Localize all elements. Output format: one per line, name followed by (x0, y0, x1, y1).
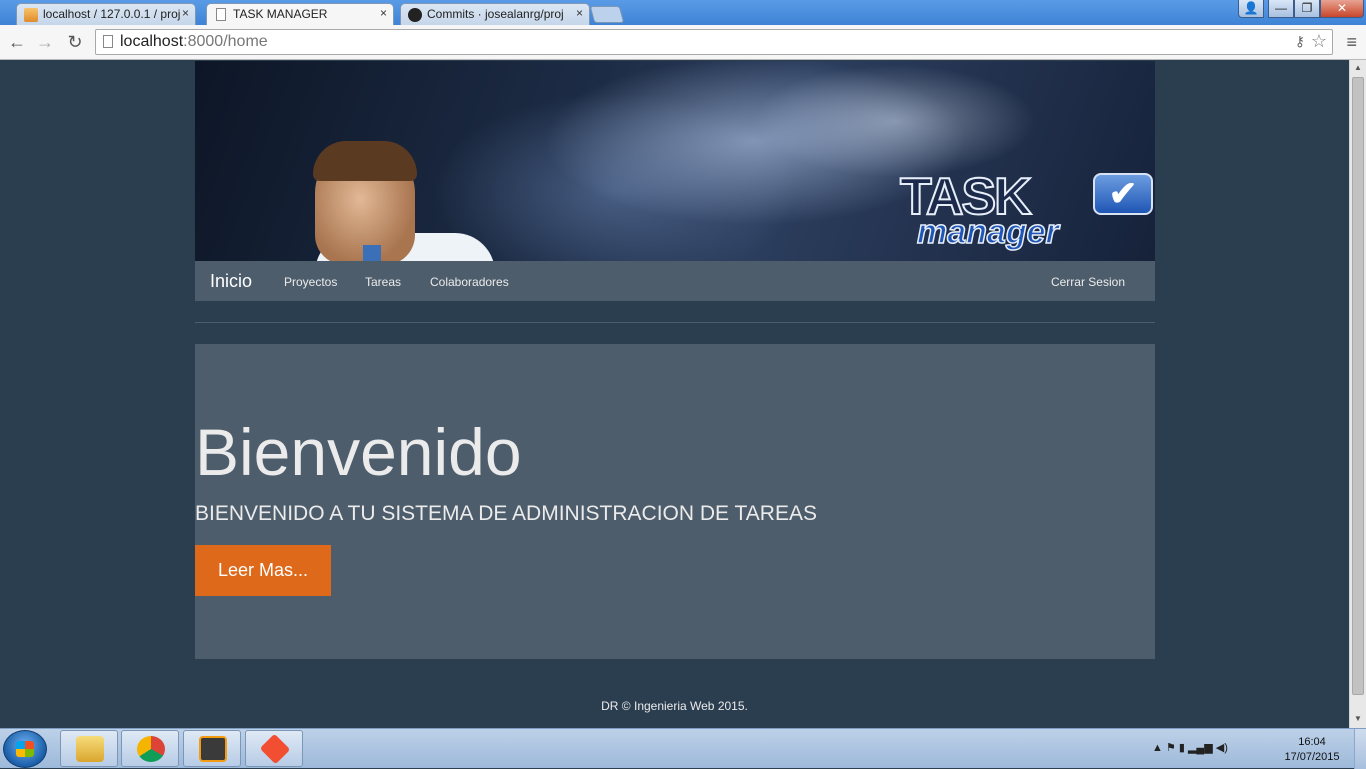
tab-title: localhost / 127.0.0.1 / proj (43, 7, 181, 21)
tab-title: TASK MANAGER (233, 7, 328, 21)
clock-date: 17/07/2015 (1284, 751, 1340, 763)
windows-logo-icon (16, 741, 34, 757)
welcome-heading: Bienvenido (195, 415, 522, 489)
logo-manager-text: manager (916, 212, 1059, 252)
page-icon (216, 8, 226, 21)
git-icon (259, 733, 291, 765)
back-button[interactable]: ← (6, 31, 28, 53)
tab-github-commits[interactable]: Commits · josealanrg/proj × (400, 3, 590, 25)
minimize-button[interactable]: — (1268, 0, 1294, 18)
taskbar-clock[interactable]: 16:04 17/07/2015 (1276, 735, 1348, 765)
scroll-down-arrow-icon[interactable]: ▼ (1350, 711, 1366, 727)
nav-brand-inicio[interactable]: Inicio (210, 271, 252, 292)
chrome-icon (137, 736, 165, 762)
close-tab-icon[interactable]: × (576, 6, 583, 20)
start-button[interactable] (3, 730, 47, 768)
welcome-jumbotron: Bienvenido BIENVENIDO A TU SISTEMA DE AD… (195, 344, 1155, 659)
main-navbar: Inicio Proyectos Tareas Colaboradores Ce… (195, 261, 1155, 301)
nav-link-colaboradores[interactable]: Colaboradores (430, 275, 509, 289)
task-manager-logo: TASK manager ✔ (899, 170, 1155, 261)
taskbar-file-explorer[interactable] (60, 730, 118, 767)
browser-tab-strip: localhost / 127.0.0.1 / proj × TASK MANA… (0, 0, 1366, 26)
close-tab-icon[interactable]: × (380, 6, 387, 20)
reload-button[interactable]: ↻ (64, 31, 86, 53)
checkmark-icon: ✔ (1093, 173, 1153, 215)
horizontal-divider (195, 322, 1155, 323)
key-icon[interactable]: ⚷ (1295, 33, 1305, 50)
leer-mas-button[interactable]: Leer Mas... (195, 545, 331, 596)
github-icon (408, 8, 422, 22)
page-icon (103, 35, 113, 48)
nav-link-tareas[interactable]: Tareas (365, 275, 401, 289)
address-bar[interactable]: localhost:8000/home ⚷ ☆ (95, 29, 1333, 55)
vertical-scrollbar[interactable]: ▲ ▼ (1349, 60, 1366, 728)
tab-phpmyadmin[interactable]: localhost / 127.0.0.1 / proj × (16, 3, 196, 25)
taskbar-git[interactable] (245, 730, 303, 767)
banner-hair (313, 141, 417, 181)
url-text[interactable]: localhost:8000/home (120, 33, 268, 51)
page-viewport: TASK manager ✔ Inicio Proyectos Tareas C… (0, 60, 1349, 728)
page-footer: DR © Ingenieria Web 2015. (601, 699, 748, 713)
user-profile-icon[interactable]: 👤 (1238, 0, 1264, 18)
sublime-text-icon (199, 736, 227, 762)
tab-title: Commits · josealanrg/proj (427, 7, 564, 21)
forward-button[interactable]: → (34, 31, 56, 53)
clock-time: 16:04 (1298, 736, 1326, 748)
scrollbar-thumb[interactable] (1352, 77, 1364, 695)
url-path: :8000/home (183, 33, 268, 50)
scroll-up-arrow-icon[interactable]: ▲ (1350, 60, 1366, 76)
file-explorer-icon (76, 736, 104, 762)
tab-task-manager[interactable]: TASK MANAGER × (206, 3, 394, 26)
welcome-lead-text: BIENVENIDO A TU SISTEMA DE ADMINISTRACIO… (195, 502, 817, 525)
windows-taskbar: ▲ ⚑ ▮ ▂▄▆ ◀) 16:04 17/07/2015 (0, 728, 1366, 769)
phpmyadmin-icon (24, 8, 38, 22)
chrome-menu-icon[interactable]: ≡ (1346, 32, 1357, 53)
taskbar-sublime-text[interactable] (183, 730, 241, 767)
browser-toolbar: ← → ↻ localhost:8000/home ⚷ ☆ ≡ (0, 25, 1366, 60)
close-window-button[interactable]: ✕ (1320, 0, 1364, 18)
nav-link-cerrar-sesion[interactable]: Cerrar Sesion (1051, 275, 1125, 289)
system-tray[interactable]: ▲ ⚑ ▮ ▂▄▆ ◀) (1152, 741, 1228, 754)
show-desktop-button[interactable] (1354, 729, 1366, 769)
header-banner: TASK manager ✔ (195, 61, 1155, 261)
close-tab-icon[interactable]: × (182, 6, 189, 20)
taskbar-chrome[interactable] (121, 730, 179, 767)
url-host: localhost (120, 33, 184, 50)
banner-tie (363, 245, 381, 261)
restore-button[interactable]: ❐ (1294, 0, 1320, 18)
bookmark-star-icon[interactable]: ☆ (1311, 31, 1327, 52)
new-tab-button[interactable] (589, 6, 625, 23)
nav-link-proyectos[interactable]: Proyectos (284, 275, 337, 289)
